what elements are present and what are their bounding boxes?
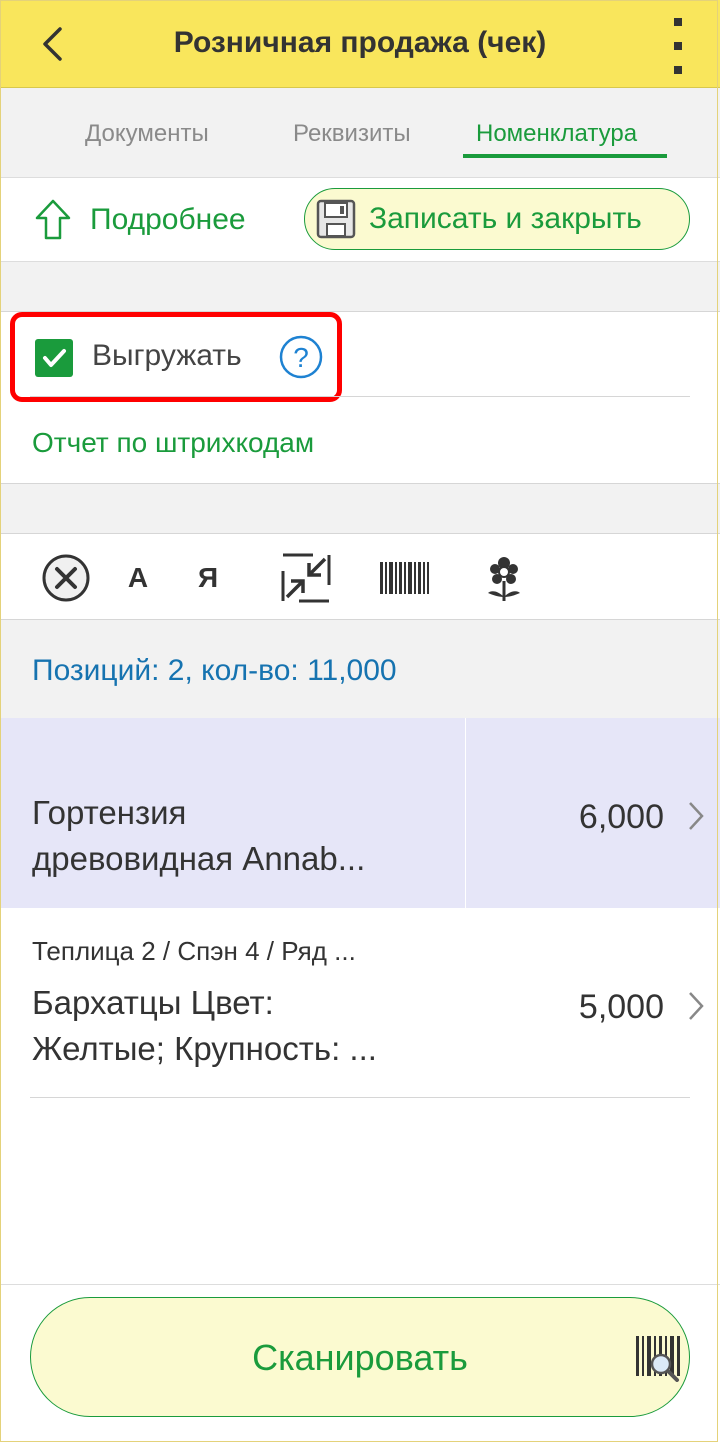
divider: [30, 396, 690, 397]
column-separator: [465, 718, 466, 908]
item-name-line2: древовидная Annab...: [32, 840, 366, 877]
scan-button[interactable]: Сканировать: [30, 1297, 690, 1417]
sort-descending-button[interactable]: Я: [182, 552, 234, 604]
sort-ascending-button[interactable]: А: [112, 552, 164, 604]
chevron-right-icon: [689, 992, 704, 1020]
barcode-report-link[interactable]: Отчет по штрихкодам: [32, 427, 314, 459]
save-and-close-label: Записать и закрыть: [369, 202, 642, 235]
tab-bar: Документы Реквизиты Номенклатура: [0, 88, 720, 178]
item-name-line1: Гортензия: [32, 794, 187, 831]
kebab-menu-icon[interactable]: [664, 18, 692, 74]
characteristics-button[interactable]: [478, 552, 530, 604]
item-name-line2: Желтые; Крупность: ...: [32, 1030, 377, 1067]
flower-icon: [488, 557, 520, 601]
app-header: Розничная продажа (чек): [0, 0, 720, 88]
upload-section: Выгружать ? Отчет по штрихкодам: [0, 312, 720, 484]
item-quantity: 6,000: [578, 798, 664, 836]
page-title: Розничная продажа (чек): [173, 26, 547, 59]
action-toolbar: Подробнее Записать и закрыть: [0, 178, 720, 262]
list-item[interactable]: Теплица 2 / Спэн 4 / Ряд ... Бархатцы Цв…: [0, 908, 720, 1098]
summary-bar: Позиций: 2, кол-во: 11,000: [0, 620, 720, 718]
clear-button[interactable]: [40, 552, 92, 604]
divider: [0, 1284, 720, 1285]
barcode-button[interactable]: [378, 552, 430, 604]
collapse-button[interactable]: [280, 552, 332, 604]
sort-asc-icon: А: [127, 562, 149, 593]
item-location: Теплица 2 / Спэн 4 / Ряд ...: [32, 936, 356, 966]
active-tab-indicator: [463, 154, 667, 158]
tab-nomenclature[interactable]: Номенклатура: [476, 120, 637, 148]
floppy-disk-icon: [316, 199, 356, 239]
highlight-frame: [10, 312, 342, 402]
barcode-search-icon: [636, 1336, 680, 1382]
tab-requisites[interactable]: Реквизиты: [293, 120, 411, 148]
save-and-close-button[interactable]: Записать и закрыть: [304, 188, 690, 250]
item-quantity: 5,000: [578, 988, 664, 1026]
collapse-arrows-icon: [281, 553, 331, 603]
clear-circle-x-icon: [42, 554, 90, 602]
summary-text: Позиций: 2, кол-во: 11,000: [32, 654, 397, 687]
more-button-label: Подробнее: [90, 203, 246, 236]
arrow-up-icon: [35, 199, 71, 240]
back-button[interactable]: [32, 20, 72, 68]
section-spacer: [0, 484, 720, 534]
section-spacer: [0, 262, 720, 312]
list-item[interactable]: Гортензия древовидная Annab... 6,000: [0, 718, 720, 908]
scan-button-label: Сканировать: [252, 1337, 468, 1378]
divider: [30, 1097, 690, 1098]
arrow-left-icon: [43, 27, 62, 61]
chevron-right-icon: [689, 802, 704, 830]
more-button[interactable]: Подробнее: [34, 198, 246, 242]
item-name-line1: Бархатцы Цвет:: [32, 984, 274, 1021]
sort-desc-icon: Я: [197, 562, 219, 593]
barcode-icon: [380, 562, 429, 594]
tab-documents[interactable]: Документы: [85, 120, 209, 148]
list-toolbar: А Я: [0, 534, 720, 620]
